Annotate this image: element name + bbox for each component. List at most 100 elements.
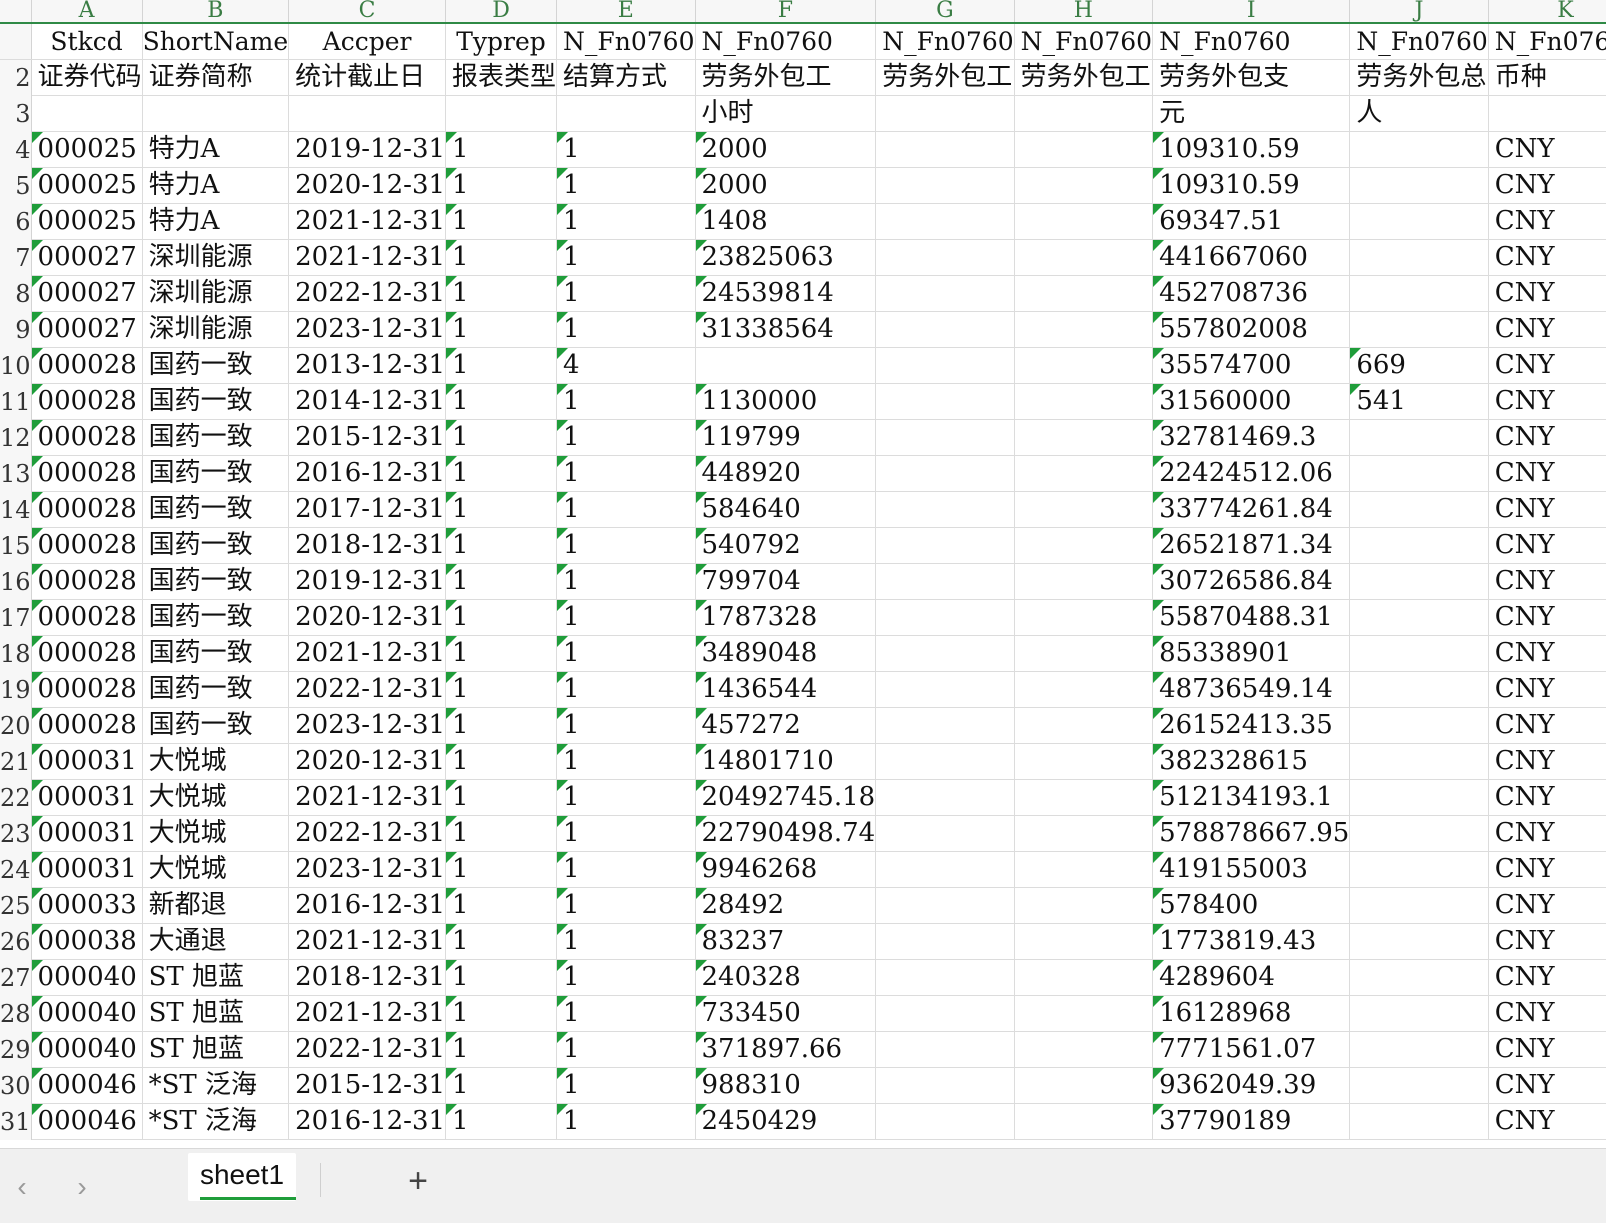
cell[interactable]: 22790498.74 <box>695 815 877 852</box>
cell[interactable] <box>875 1067 1015 1104</box>
cell[interactable] <box>1349 995 1489 1032</box>
cell[interactable] <box>875 527 1015 564</box>
cell[interactable]: ST 旭蓝 <box>142 995 290 1032</box>
cell[interactable] <box>875 491 1015 528</box>
cell[interactable]: N_Fn0760 <box>695 23 877 60</box>
cell[interactable] <box>1349 743 1489 780</box>
row-header[interactable]: 5 <box>0 167 32 204</box>
cell[interactable]: 深圳能源 <box>142 311 290 348</box>
cell[interactable]: 国药一致 <box>142 527 290 564</box>
cell[interactable]: CNY <box>1488 455 1606 492</box>
cell[interactable]: 48736549.14 <box>1152 671 1351 708</box>
cell[interactable] <box>1349 1067 1489 1104</box>
cell[interactable]: 1 <box>556 707 696 744</box>
cell[interactable]: CNY <box>1488 743 1606 780</box>
cell[interactable] <box>1488 95 1606 132</box>
cell[interactable]: 1 <box>556 1067 696 1104</box>
cell[interactable]: 55870488.31 <box>1152 599 1351 636</box>
cell[interactable]: 2021-12-31 <box>288 635 447 672</box>
cell[interactable]: 特力A <box>142 203 290 240</box>
cell[interactable]: 1 <box>445 1103 558 1140</box>
cell[interactable]: 1 <box>445 311 558 348</box>
cell[interactable] <box>875 635 1015 672</box>
cell[interactable]: 35574700 <box>1152 347 1351 384</box>
cell[interactable]: 大通退 <box>142 923 290 960</box>
cell[interactable]: 1 <box>556 1031 696 1068</box>
cell[interactable]: 证券简称 <box>142 59 290 96</box>
cell[interactable]: 1 <box>556 419 696 456</box>
cell[interactable]: 37790189 <box>1152 1103 1351 1140</box>
cell[interactable] <box>875 887 1015 924</box>
cell[interactable]: 452708736 <box>1152 275 1351 312</box>
cell[interactable]: 报表类型 <box>445 59 558 96</box>
cell[interactable]: 2022-12-31 <box>288 275 447 312</box>
cell[interactable] <box>1014 347 1154 384</box>
cell[interactable]: 结算方式 <box>556 59 696 96</box>
cell[interactable]: 国药一致 <box>142 707 290 744</box>
cell[interactable]: 大悦城 <box>142 815 290 852</box>
cell[interactable]: 1 <box>445 815 558 852</box>
cell[interactable]: *ST 泛海 <box>142 1103 290 1140</box>
cell[interactable] <box>1014 167 1154 204</box>
row-header[interactable]: 6 <box>0 203 32 240</box>
cell[interactable]: CNY <box>1488 635 1606 672</box>
cell[interactable]: 1 <box>556 311 696 348</box>
cell[interactable]: 419155003 <box>1152 851 1351 888</box>
cell[interactable]: 23825063 <box>695 239 877 276</box>
cell[interactable]: 000046 <box>31 1103 143 1140</box>
cell[interactable]: 1 <box>445 743 558 780</box>
cell[interactable]: 000028 <box>31 455 143 492</box>
cell[interactable]: 4289604 <box>1152 959 1351 996</box>
cell[interactable]: 劳务外包支 <box>1152 59 1351 96</box>
cell[interactable]: 2018-12-31 <box>288 959 447 996</box>
row-header[interactable]: 21 <box>0 743 32 780</box>
cell[interactable]: N_Fn0760 <box>875 23 1015 60</box>
cell[interactable] <box>1014 815 1154 852</box>
cell[interactable]: 7771561.07 <box>1152 1031 1351 1068</box>
cell[interactable]: CNY <box>1488 923 1606 960</box>
next-sheet-icon[interactable]: › <box>64 1169 100 1205</box>
cell[interactable]: CNY <box>1488 779 1606 816</box>
cell[interactable]: 26521871.34 <box>1152 527 1351 564</box>
row-header[interactable]: 27 <box>0 959 32 996</box>
cell[interactable]: 000031 <box>31 779 143 816</box>
cell[interactable]: 1 <box>556 959 696 996</box>
cell[interactable]: 劳务外包工 <box>875 59 1015 96</box>
cell[interactable]: 000027 <box>31 239 143 276</box>
column-header-B[interactable]: B <box>142 0 290 24</box>
cell[interactable]: 2000 <box>695 131 877 168</box>
cell[interactable] <box>1349 239 1489 276</box>
cell[interactable]: 国药一致 <box>142 347 290 384</box>
cell[interactable]: 1 <box>556 563 696 600</box>
cell[interactable]: 28492 <box>695 887 877 924</box>
cell[interactable]: 000040 <box>31 995 143 1032</box>
cell[interactable]: 1 <box>556 635 696 672</box>
row-header[interactable]: 9 <box>0 311 32 348</box>
cell[interactable] <box>1349 167 1489 204</box>
cell[interactable]: 000038 <box>31 923 143 960</box>
cell[interactable]: 4 <box>556 347 696 384</box>
cell[interactable]: CNY <box>1488 383 1606 420</box>
cell[interactable]: 578878667.95 <box>1152 815 1351 852</box>
cell[interactable] <box>1014 599 1154 636</box>
cell[interactable] <box>875 203 1015 240</box>
cell[interactable] <box>1014 131 1154 168</box>
cell[interactable]: 1 <box>556 923 696 960</box>
cell[interactable]: 1 <box>556 167 696 204</box>
cell[interactable]: 1 <box>556 851 696 888</box>
cell[interactable]: 000031 <box>31 743 143 780</box>
cell[interactable]: 000046 <box>31 1067 143 1104</box>
cell[interactable]: 584640 <box>695 491 877 528</box>
cell[interactable]: 1 <box>445 779 558 816</box>
add-sheet-icon[interactable]: + <box>398 1161 438 1201</box>
cell[interactable] <box>875 1031 1015 1068</box>
cell[interactable]: 541 <box>1349 383 1489 420</box>
cell[interactable]: 14801710 <box>695 743 877 780</box>
cell[interactable] <box>1014 1067 1154 1104</box>
cell[interactable]: 1 <box>445 851 558 888</box>
cell[interactable]: 1 <box>445 275 558 312</box>
spreadsheet-grid[interactable]: ABCDEFGHIJKL StkcdShortNameAccperTyprepN… <box>0 0 1606 1148</box>
cell[interactable] <box>1014 311 1154 348</box>
cell[interactable] <box>1014 239 1154 276</box>
row-header[interactable]: 2 <box>0 59 32 96</box>
